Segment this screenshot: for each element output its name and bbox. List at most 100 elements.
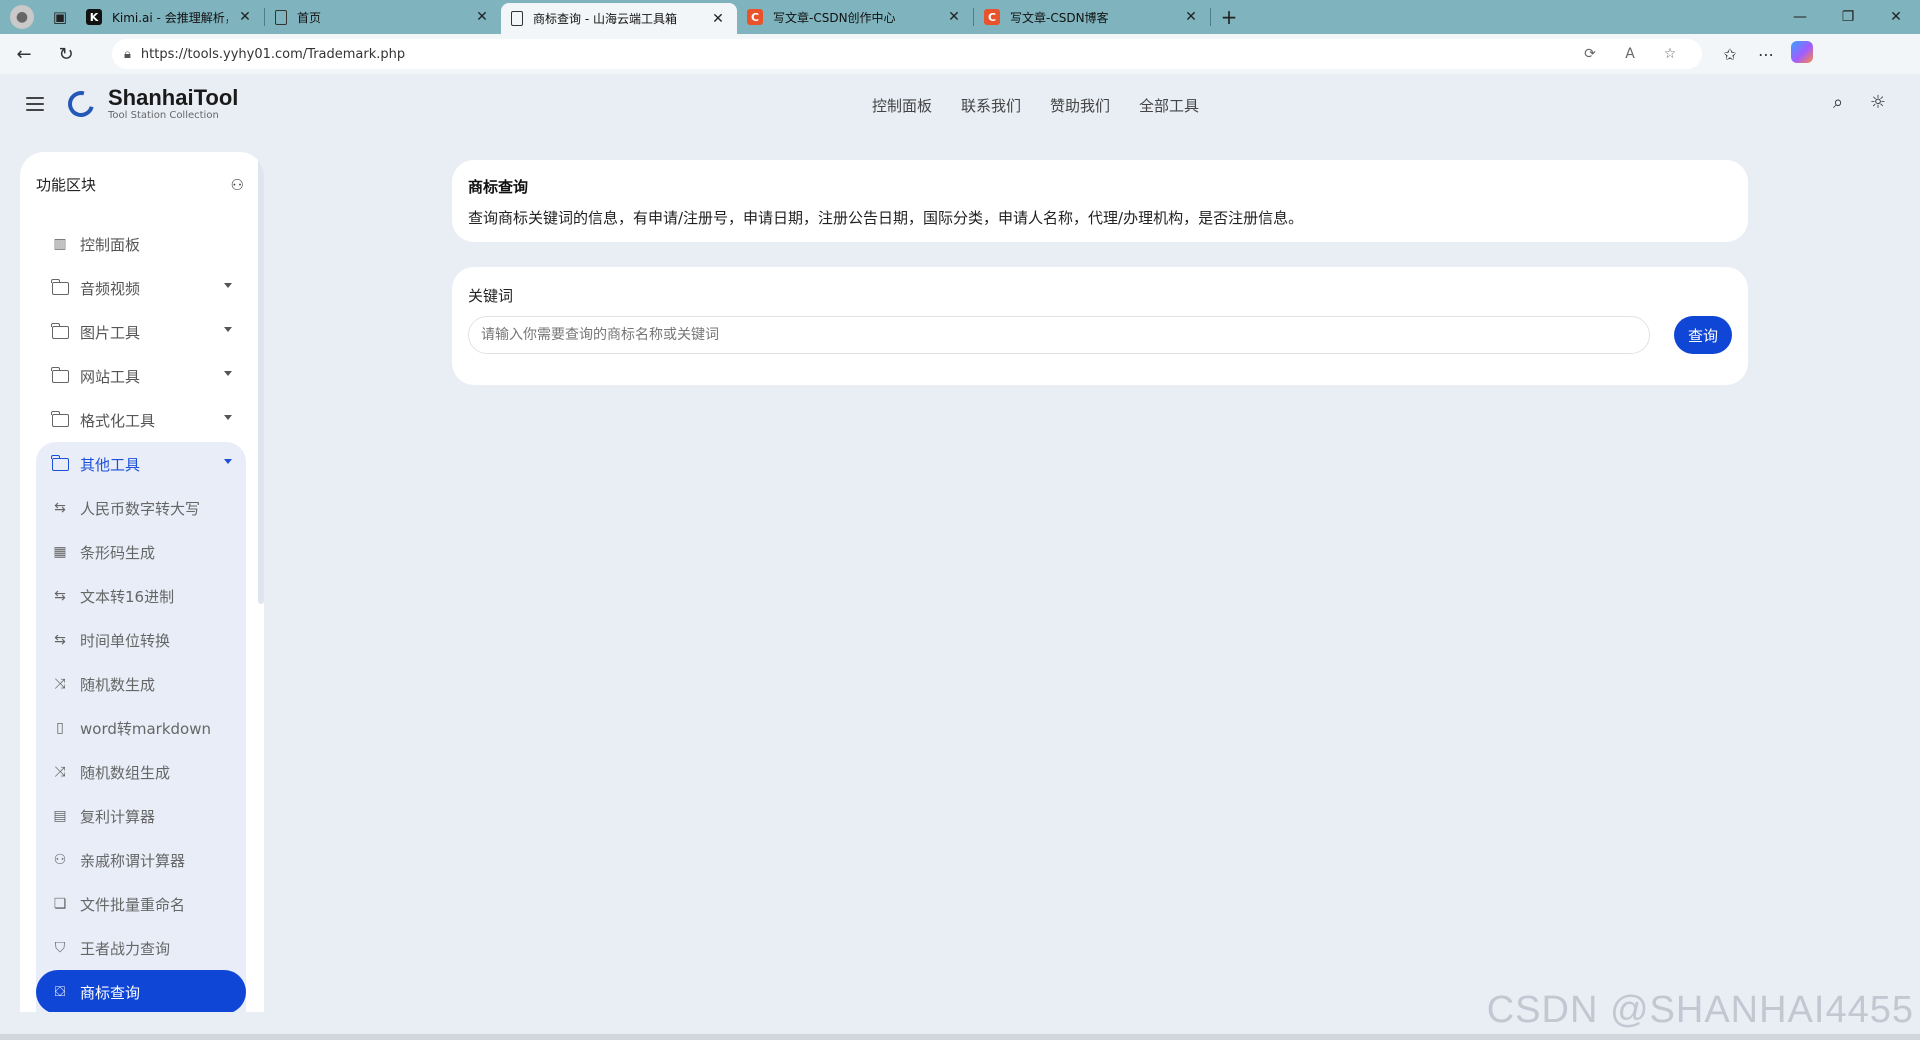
sidebar-item-compound-interest[interactable]: ▤ 复利计算器 xyxy=(36,794,246,838)
tab-close-icon[interactable]: ✕ xyxy=(945,9,963,25)
nav-contact[interactable]: 联系我们 xyxy=(961,95,1021,116)
browser-tab-trademark[interactable]: 商标查询 - 山海云端工具箱 ✕ xyxy=(501,3,737,34)
url-text: https://tools.yyhy01.com/Trademark.php xyxy=(140,46,406,62)
folder-icon xyxy=(50,410,70,430)
keyword-input[interactable] xyxy=(468,316,1650,354)
keyword-label: 关键词 xyxy=(468,287,514,305)
nav-all-tools[interactable]: 全部工具 xyxy=(1139,95,1199,116)
sidebar-item-label: 随机数生成 xyxy=(80,675,156,694)
translate-icon[interactable]: ⟳ xyxy=(1570,46,1610,62)
close-window-icon[interactable]: ✕ xyxy=(1872,0,1920,34)
sidebar: 功能区块 ⚇ ▥ 控制面板 音频视频 图片工具 网站工具 格式化工具 其他工具 … xyxy=(20,152,264,1012)
refresh-icon[interactable]: ↻ xyxy=(48,36,84,72)
read-aloud-icon[interactable]: A xyxy=(1610,46,1650,62)
table-icon: ▤ xyxy=(53,808,67,824)
site-logo[interactable]: ShanhaiTool Tool Station Collection xyxy=(63,85,239,122)
tab-close-icon[interactable]: ✕ xyxy=(236,9,254,25)
logo-subtitle: Tool Station Collection xyxy=(108,110,219,121)
sidebar-item-text-hex[interactable]: ⇆ 文本转16进制 xyxy=(36,574,246,618)
search-button[interactable]: 查询 xyxy=(1674,316,1732,354)
tab-title: Kimi.ai - 会推理解析，能深度思考 xyxy=(112,10,228,25)
sidebar-item-trademark[interactable]: ⛋ 商标查询 xyxy=(36,970,246,1012)
shuffle-icon: ⤨ xyxy=(54,676,66,692)
browser-tab-csdn-creator[interactable]: C 写文章-CSDN创作中心 ✕ xyxy=(737,0,973,34)
minimize-icon[interactable]: — xyxy=(1776,0,1824,34)
shuffle-icon: ⤨ xyxy=(54,764,66,780)
favorites-icon[interactable]: ✩ xyxy=(1712,45,1748,64)
caret-down-icon xyxy=(224,415,232,420)
url-field[interactable]: 🔒︎ https://tools.yyhy01.com/Trademark.ph… xyxy=(112,39,1702,69)
sidebar-item-audio-video[interactable]: 音频视频 xyxy=(36,266,246,310)
sidebar-scrollbar[interactable] xyxy=(258,152,264,604)
browser-tab-kimi[interactable]: K Kimi.ai - 会推理解析，能深度思考 ✕ xyxy=(76,0,264,34)
kimi-favicon-icon: K xyxy=(86,9,102,25)
sidebar-item-label: 商标查询 xyxy=(80,983,141,1002)
hamburger-menu-icon[interactable] xyxy=(25,94,45,114)
page-favicon-icon xyxy=(511,11,523,26)
folder-icon xyxy=(50,322,70,342)
sidebar-item-other-tools[interactable]: 其他工具 xyxy=(36,442,246,486)
sidebar-item-image-tools[interactable]: 图片工具 xyxy=(36,310,246,354)
address-bar: ← ↻ 🔒︎ https://tools.yyhy01.com/Trademar… xyxy=(0,34,1920,74)
tab-close-icon[interactable]: ✕ xyxy=(1182,9,1200,25)
swap-icon: ⇆ xyxy=(54,588,66,604)
lock-icon[interactable]: 🔒︎ xyxy=(124,47,131,62)
sidebar-item-time-unit[interactable]: ⇆ 时间单位转换 xyxy=(36,618,246,662)
copilot-icon[interactable] xyxy=(1784,41,1820,67)
new-tab-plus-icon[interactable]: + xyxy=(1211,5,1247,29)
sidebar-item-rmb-uppercase[interactable]: ⇆ 人民币数字转大写 xyxy=(36,486,246,530)
sidebar-item-label: 王者战力查询 xyxy=(80,939,171,958)
nav-sponsor[interactable]: 赞助我们 xyxy=(1050,95,1110,116)
sidebar-item-web-tools[interactable]: 网站工具 xyxy=(36,354,246,398)
sidebar-item-label: word转markdown xyxy=(80,719,212,738)
profile-avatar-icon: ● xyxy=(10,5,34,29)
sidebar-item-batch-rename[interactable]: ❏ 文件批量重命名 xyxy=(36,882,246,926)
browser-tab-bar: ● ▣ K Kimi.ai - 会推理解析，能深度思考 ✕ 首页 ✕ 商标查询 … xyxy=(0,0,1920,34)
copy-icon: ❏ xyxy=(53,896,67,912)
browser-tab-home[interactable]: 首页 ✕ xyxy=(265,0,501,34)
sidebar-item-word-markdown[interactable]: ▯ word转markdown xyxy=(36,706,246,750)
csdn-watermark: CSDN @SHANHAI4455 xyxy=(1486,989,1914,1031)
sidebar-item-label: 亲戚称谓计算器 xyxy=(80,851,186,870)
sidebar-item-random-number[interactable]: ⤨ 随机数生成 xyxy=(36,662,246,706)
sidebar-item-hero-power[interactable]: ⛉ 王者战力查询 xyxy=(36,926,246,970)
back-arrow-icon[interactable]: ← xyxy=(6,36,42,72)
caret-down-icon xyxy=(224,459,232,464)
swap-icon: ⇆ xyxy=(54,632,66,648)
tab-title: 首页 xyxy=(297,10,322,25)
logo-mark-icon xyxy=(63,86,99,122)
caret-down-icon xyxy=(224,371,232,376)
tool-description: 查询商标关键词的信息，有申请/注册号，申请日期，注册公告日期，国际分类，申请人名… xyxy=(468,209,1304,227)
sidebar-item-label: 随机数组生成 xyxy=(80,763,171,782)
sidebar-item-barcode[interactable]: ▦ 条形码生成 xyxy=(36,530,246,574)
nav-dashboard[interactable]: 控制面板 xyxy=(872,95,932,116)
restore-icon[interactable]: ❐ xyxy=(1824,0,1872,34)
sidebar-item-relative-title[interactable]: ⚇ 亲戚称谓计算器 xyxy=(36,838,246,882)
caret-down-icon xyxy=(224,283,232,288)
users-icon: ⚇ xyxy=(53,852,67,868)
tab-close-icon[interactable]: ✕ xyxy=(709,11,727,27)
more-options-icon[interactable]: ⋯ xyxy=(1748,45,1784,64)
sidebar-item-label: 时间单位转换 xyxy=(80,631,171,650)
sidebar-menu: ▥ 控制面板 音频视频 图片工具 网站工具 格式化工具 其他工具 ⇆ 人民币数字… xyxy=(36,222,246,1012)
search-icon[interactable]: ⌕ xyxy=(1818,92,1858,113)
favorite-star-icon[interactable]: ☆ xyxy=(1650,46,1690,62)
tab-actions-icon[interactable]: ▣ xyxy=(44,0,76,34)
sidebar-item-format-tools[interactable]: 格式化工具 xyxy=(36,398,246,442)
bottom-border xyxy=(0,1034,1920,1040)
sidebar-item-label: 复利计算器 xyxy=(80,807,156,826)
sidebar-item-label: 条形码生成 xyxy=(80,543,156,562)
sidebar-item-random-array[interactable]: ⤨ 随机数组生成 xyxy=(36,750,246,794)
sidebar-item-label: 格式化工具 xyxy=(80,411,156,430)
profile-button[interactable]: ● xyxy=(0,0,44,34)
folder-icon xyxy=(50,278,70,298)
logo-name: ShanhaiTool xyxy=(108,85,239,110)
theme-sun-icon[interactable]: ☼ xyxy=(1858,92,1898,113)
page-favicon-icon xyxy=(275,9,287,25)
browser-tab-csdn-blog[interactable]: C 写文章-CSDN博客 ✕ xyxy=(974,0,1210,34)
sidebar-item-dashboard[interactable]: ▥ 控制面板 xyxy=(36,222,246,266)
tab-close-icon[interactable]: ✕ xyxy=(473,9,491,25)
sidebar-item-label: 其他工具 xyxy=(80,455,141,474)
sidebar-item-label: 音频视频 xyxy=(80,279,141,298)
user-icon[interactable]: ⚇ xyxy=(231,176,244,194)
